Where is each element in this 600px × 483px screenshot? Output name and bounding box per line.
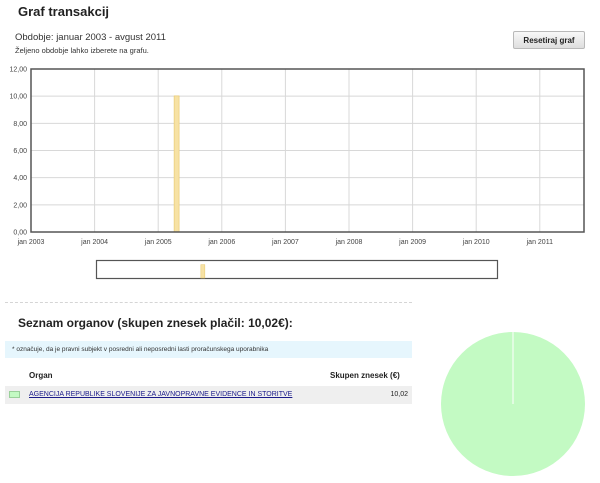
range-navigator[interactable] xyxy=(95,259,500,281)
y-tick-label: 8,00 xyxy=(13,121,27,128)
chart-bars xyxy=(173,95,180,233)
hint-text: Željeno obdobje lahko izberete na grafu. xyxy=(15,46,149,55)
y-tick-label: 0,00 xyxy=(13,230,27,237)
x-axis-ticks: jan 2003 jan 2004 jan 2005 jan 2006 jan 2007… xyxy=(17,239,554,246)
legend-swatch xyxy=(9,391,20,398)
table-row: AGENCIJA REPUBLIKE SLOVENIJE ZA JAVNOPRA… xyxy=(5,386,412,404)
y-tick-label: 10,00 xyxy=(9,94,27,101)
navigator-bars xyxy=(200,264,206,279)
y-axis-ticks: 0,00 2,00 4,00 6,00 8,00 10,00 12,00 xyxy=(9,67,27,237)
x-tick-label: jan 2007 xyxy=(271,239,299,246)
transactions-chart[interactable]: 0,002,004,006,008,0010,0012,00 jan 2003 j… xyxy=(0,60,600,250)
ownership-note: * označuje, da je pravni subjekt v posre… xyxy=(5,341,412,358)
navigator-bar xyxy=(200,264,206,279)
navigator-frame xyxy=(95,259,499,280)
chart-grid xyxy=(30,68,584,233)
x-tick-label: jan 2004 xyxy=(80,239,108,246)
x-tick-label: jan 2011 xyxy=(526,239,553,246)
y-tick-label: 6,00 xyxy=(13,148,27,155)
x-tick-label: jan 2008 xyxy=(335,239,363,246)
organ-link[interactable]: AGENCIJA REPUBLIKE SLOVENIJE ZA JAVNOPRA… xyxy=(29,391,292,398)
reset-graph-button[interactable]: Resetiraj graf xyxy=(513,31,585,49)
pie-slices xyxy=(441,332,585,476)
column-header-organ: Organ xyxy=(29,371,53,380)
page-title: Graf transakcij xyxy=(18,4,110,19)
chart-bar[interactable] xyxy=(173,95,180,233)
x-tick-label: jan 2005 xyxy=(144,239,172,246)
organs-pie-chart[interactable] xyxy=(440,331,590,481)
x-tick-label: jan 2006 xyxy=(207,239,235,246)
x-tick-label: jan 2009 xyxy=(398,239,426,246)
y-tick-label: 12,00 xyxy=(9,67,27,74)
organs-title: Seznam organov (skupen znesek plačil: 10… xyxy=(18,316,293,330)
y-tick-label: 4,00 xyxy=(13,175,27,182)
section-divider xyxy=(5,302,412,303)
organ-amount: 10,02 xyxy=(390,391,408,398)
x-tick-label: jan 2010 xyxy=(462,239,490,246)
y-tick-label: 2,00 xyxy=(13,202,27,209)
period-text: Obdobje: januar 2003 - avgust 2011 xyxy=(15,32,166,43)
x-tick-label: jan 2003 xyxy=(17,239,45,246)
column-header-amount: Skupen znesek (€) xyxy=(330,371,400,380)
